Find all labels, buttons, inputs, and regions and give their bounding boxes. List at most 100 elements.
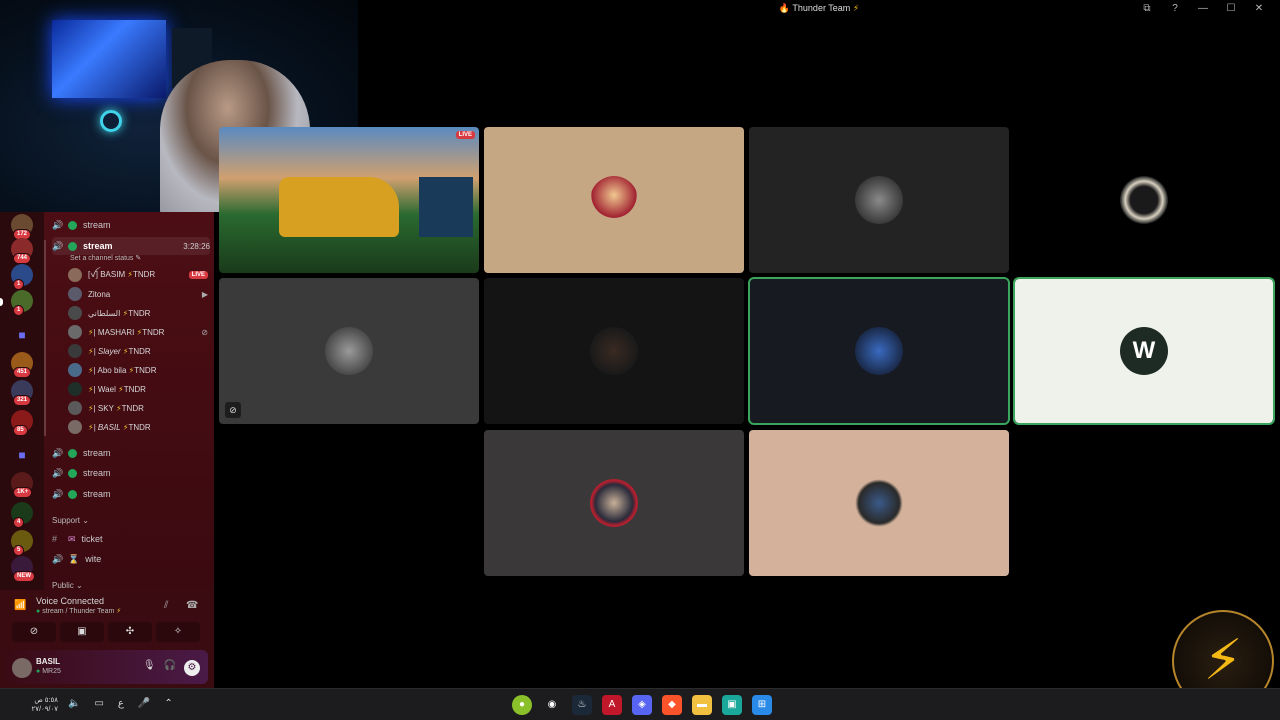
server-icon-9[interactable]: 4 (11, 502, 33, 528)
video-tile-avatar-8[interactable] (484, 430, 744, 576)
server-icon-3[interactable]: 1 (11, 264, 33, 290)
activities-button[interactable]: ✣ (108, 622, 152, 642)
server-icon-4[interactable]: 1 (11, 290, 33, 316)
server-icon-8[interactable]: 1K+ (11, 472, 33, 498)
file-explorer-icon[interactable]: ▬ (692, 695, 712, 715)
category-support[interactable]: Support ⌄ (52, 516, 89, 525)
user-avatar[interactable] (12, 658, 32, 678)
tennis-ball-icon[interactable]: ● (512, 695, 532, 715)
user-avatar (590, 479, 638, 527)
discord-icon[interactable]: ◈ (632, 695, 652, 715)
voice-channel-stream-active[interactable]: 🔊 stream 3:28:26 (52, 237, 210, 255)
avatar (68, 382, 82, 396)
signal-icon: 📶 (14, 600, 27, 611)
hashtag-icon: # (52, 534, 58, 544)
voice-connected-panel: 📶 Voice Connected ● stream / Thunder Tea… (0, 590, 214, 688)
close-icon[interactable]: ✕ (1254, 3, 1264, 14)
camera-off-button[interactable]: ⊘ (12, 622, 56, 642)
video-tile-avatar-5[interactable] (484, 278, 744, 424)
adobe-icon[interactable]: A (602, 695, 622, 715)
speaker-icon: 🔊 (52, 240, 64, 251)
channel-timer: 3:28:26 (183, 241, 210, 251)
steam-icon[interactable]: ♨ (572, 695, 592, 715)
video-tile-avatar-7[interactable]: W (1013, 277, 1275, 425)
server-icon-2[interactable]: 744 (11, 238, 33, 264)
online-dot-icon (68, 448, 77, 458)
voice-user-mashari[interactable]: ⚡| MASHARI ⚡TNDR ⊘ (68, 323, 208, 341)
voice-channel-stream-2[interactable]: 🔊 stream (52, 444, 210, 462)
online-dot-icon (68, 220, 77, 230)
avatar (68, 401, 82, 415)
help-icon[interactable]: ? (1170, 3, 1180, 14)
game-menu-panel (419, 177, 473, 237)
thunder-bolt-icon: ⚡ (852, 3, 860, 13)
user-avatar (855, 327, 903, 375)
live-badge: LIVE (188, 271, 208, 279)
voice-user-sky[interactable]: ⚡| SKY ⚡TNDR (68, 399, 208, 417)
windows-start-icon[interactable]: ⊞ (752, 695, 772, 715)
user-panel: BASIL ● MR25 🎙 🎧 ⚙ (6, 650, 208, 684)
input-language[interactable]: ع (118, 698, 124, 709)
app-icon[interactable]: ▣ (722, 695, 742, 715)
server-icon-6[interactable]: 321 (11, 380, 33, 406)
video-tile-avatar-2[interactable] (749, 127, 1009, 273)
voice-thread-line (44, 240, 46, 436)
server-icon-11[interactable]: NEW (11, 556, 35, 582)
soundboard-button[interactable]: ✧ (156, 622, 200, 642)
voice-status: Voice Connected (36, 596, 105, 606)
voice-channel-wite[interactable]: 🔊 ⌛ wite (52, 550, 210, 568)
system-tray: 🔈 ▭ ع 🎤 ⌃ (68, 698, 173, 709)
voice-user-sultani[interactable]: السلطاني ⚡TNDR (68, 304, 208, 322)
video-tile-avatar-3[interactable] (1014, 127, 1274, 273)
battery-icon[interactable]: ▭ (94, 698, 103, 709)
folder-icon[interactable]: ■ (11, 324, 33, 346)
voice-channel-stream-1[interactable]: 🔊 stream (52, 216, 210, 234)
category-public[interactable]: Public ⌄ (52, 581, 83, 590)
disconnect-icon[interactable]: ☎ (186, 600, 198, 611)
noise-suppression-icon[interactable]: ⫽ (164, 600, 168, 611)
speaker-icon: 🔊 (52, 553, 64, 564)
brave-icon[interactable]: ◆ (662, 695, 682, 715)
voice-location: ● stream / Thunder Team ⚡ (36, 608, 122, 615)
user-subtitle: ● MR25 (36, 668, 61, 675)
channel-status-prompt[interactable]: Set a channel status ✎ (70, 254, 141, 262)
video-tile-avatar-6[interactable] (748, 277, 1010, 425)
chevron-up-icon[interactable]: ⌃ (164, 698, 172, 709)
voice-user-slayer[interactable]: ⚡| Slayer ⚡TNDR (68, 342, 208, 360)
online-dot-icon (68, 468, 77, 478)
obs-icon[interactable]: ◉ (542, 695, 562, 715)
server-icon-7[interactable]: 85 (11, 410, 33, 436)
gear-icon[interactable]: ⚙ (184, 660, 200, 676)
folder-icon-2[interactable]: ■ (11, 444, 33, 466)
server-icon-1[interactable]: 172 (11, 214, 33, 240)
voice-user-basil[interactable]: ⚡| BASIL ⚡TNDR (68, 418, 208, 436)
server-icon-10[interactable]: 5 (11, 530, 33, 556)
voice-user-abo-bila[interactable]: ⚡| Abo bila ⚡TNDR (68, 361, 208, 379)
voice-channel-stream-3[interactable]: 🔊 stream (52, 464, 210, 482)
screen-share-button[interactable]: ▣ (60, 622, 104, 642)
hourglass-icon: ⌛ (68, 553, 80, 564)
online-dot-icon (68, 489, 77, 499)
pip-icon[interactable]: ⧉ (1142, 3, 1152, 14)
user-avatar (855, 176, 903, 224)
avatar (68, 420, 82, 434)
voice-user-wael[interactable]: ⚡| Wael ⚡TNDR (68, 380, 208, 398)
headphones-icon[interactable]: 🎧 (164, 660, 176, 676)
voice-user-basim[interactable]: [ꪜ] BASIM ⚡TNDR LIVE (68, 266, 208, 284)
maximize-icon[interactable]: ☐ (1226, 3, 1236, 14)
video-tile-avatar-4[interactable]: ⊘ (219, 278, 479, 424)
video-tile-avatar-1[interactable] (484, 127, 744, 273)
microphone-icon[interactable]: 🎙 (143, 660, 156, 676)
video-tile-avatar-9[interactable] (749, 430, 1009, 576)
speaker-icon[interactable]: 🔈 (68, 698, 80, 709)
system-clock[interactable]: ٥:٥٨ ص ٢٧/٠٩/٠٧ (8, 696, 58, 714)
user-avatar (855, 479, 903, 527)
stream-tile-rocket-league[interactable]: LIVE (219, 127, 479, 273)
windows-taskbar: ٥:٥٨ ص ٢٧/٠٩/٠٧ 🔈 ▭ ع 🎤 ⌃ ● ◉ ♨ A ◈ ◆ ▬ … (0, 688, 1280, 720)
voice-user-zitona[interactable]: Zitona ▶ (68, 285, 208, 303)
microphone-icon[interactable]: 🎤 (138, 698, 150, 709)
text-channel-ticket[interactable]: # ✉ ticket (52, 530, 210, 548)
voice-channel-stream-4[interactable]: 🔊 stream (52, 485, 210, 503)
minimize-icon[interactable]: — (1198, 3, 1208, 14)
server-icon-5[interactable]: 451 (11, 352, 33, 378)
